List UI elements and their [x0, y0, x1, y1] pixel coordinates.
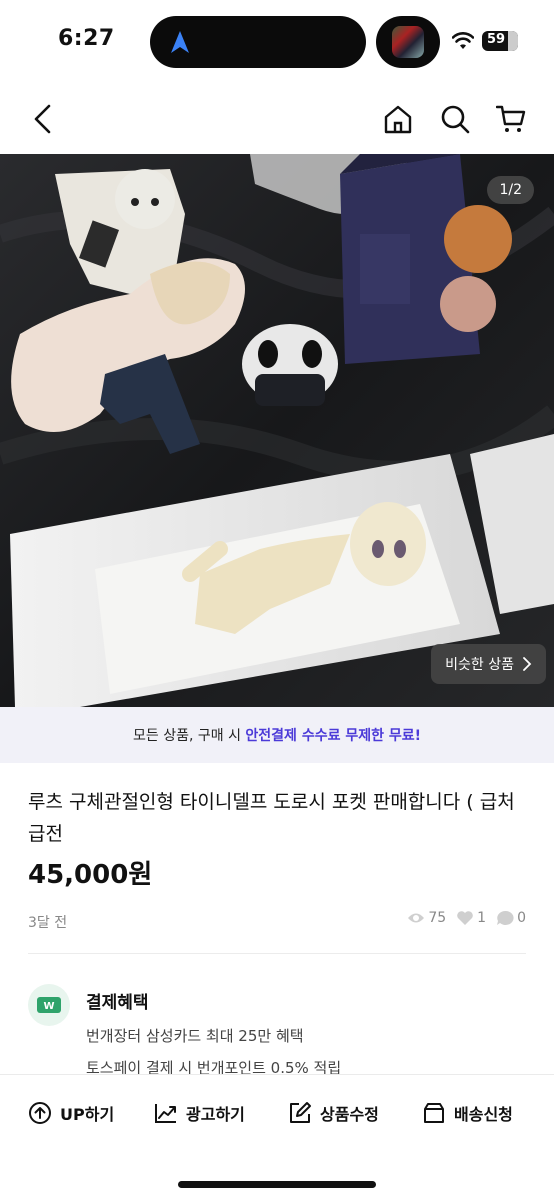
up-button[interactable]: UP하기 — [28, 1101, 114, 1125]
arrow-up-circle-icon — [29, 1102, 51, 1124]
likes-stat: 1 — [456, 910, 486, 926]
posted-time: 3달 전 — [28, 915, 68, 931]
chat-bubble-icon — [497, 910, 514, 925]
battery-level: 59 — [486, 32, 506, 47]
product-photo — [0, 154, 554, 707]
edit-product-button[interactable]: 상품수정 — [288, 1101, 379, 1125]
payment-benefit-icon: W — [28, 984, 70, 1026]
section-divider — [28, 953, 526, 954]
product-stats: 75 1 0 — [407, 910, 526, 926]
heart-icon — [457, 911, 473, 925]
status-time: 6:27 — [58, 26, 115, 51]
product-image-gallery[interactable]: 1/2 비슷한 상품 — [0, 154, 554, 707]
wifi-icon — [452, 32, 474, 49]
home-button[interactable] — [381, 102, 415, 136]
likes-count: 1 — [477, 910, 487, 926]
delivery-request-label: 배송신청 — [454, 1105, 513, 1124]
delivery-request-button[interactable]: 배송신청 — [422, 1101, 513, 1125]
status-bar: 6:27 59 — [0, 0, 554, 84]
cart-icon — [496, 105, 526, 132]
back-button[interactable] — [26, 102, 60, 136]
chevron-right-icon — [523, 657, 532, 671]
image-counter: 1/2 — [487, 176, 534, 204]
promo-banner[interactable]: 모든 상품, 구매 시 안전결제 수수료 무제한 무료! — [0, 707, 554, 763]
product-price: 45,000원 — [28, 860, 153, 890]
home-icon — [384, 105, 412, 134]
product-meta: 3달 전 75 1 0 — [28, 910, 526, 934]
views-count: 75 — [428, 910, 447, 926]
search-icon — [441, 105, 470, 134]
cart-button[interactable] — [494, 102, 528, 136]
won-card-icon: W — [37, 997, 61, 1013]
promo-text: 모든 상품, 구매 시 — [133, 728, 246, 744]
edit-icon — [290, 1102, 311, 1123]
eye-icon — [408, 913, 425, 923]
advertise-label: 광고하기 — [186, 1105, 245, 1124]
similar-products-button[interactable]: 비슷한 상품 — [431, 644, 546, 684]
benefit-title: 결제혜택 — [86, 993, 149, 1013]
search-button[interactable] — [438, 102, 472, 136]
home-indicator[interactable] — [178, 1181, 376, 1188]
svg-text:W: W — [43, 1001, 54, 1012]
island-app-activity[interactable] — [376, 16, 440, 68]
trending-chart-icon — [155, 1104, 176, 1123]
package-box-icon — [424, 1103, 444, 1123]
advertise-button[interactable]: 광고하기 — [154, 1101, 245, 1125]
edit-product-label: 상품수정 — [320, 1105, 379, 1124]
promo-highlight: 안전결제 수수료 무제한 무료! — [245, 728, 421, 744]
similar-products-label: 비슷한 상품 — [445, 657, 514, 673]
chats-count: 0 — [517, 910, 526, 926]
chats-stat: 0 — [496, 910, 526, 926]
navigation-arrow-icon — [171, 31, 189, 53]
dynamic-island[interactable] — [150, 16, 366, 68]
benefit-line: 번개장터 삼성카드 최대 25만 혜택 — [86, 1027, 304, 1045]
up-label: UP하기 — [60, 1105, 115, 1124]
bottom-action-bar: UP하기 광고하기 상품수정 배송신청 — [0, 1074, 554, 1200]
battery-indicator: 59 — [482, 31, 518, 51]
app-thumbnail-icon — [392, 26, 424, 58]
chevron-left-icon — [34, 104, 51, 134]
product-title: 루츠 구체관절인형 타이니델프 도로시 포켓 판매합니다 ( 급처 급전 — [28, 791, 515, 845]
views-stat: 75 — [407, 910, 446, 926]
app-header — [0, 84, 554, 154]
